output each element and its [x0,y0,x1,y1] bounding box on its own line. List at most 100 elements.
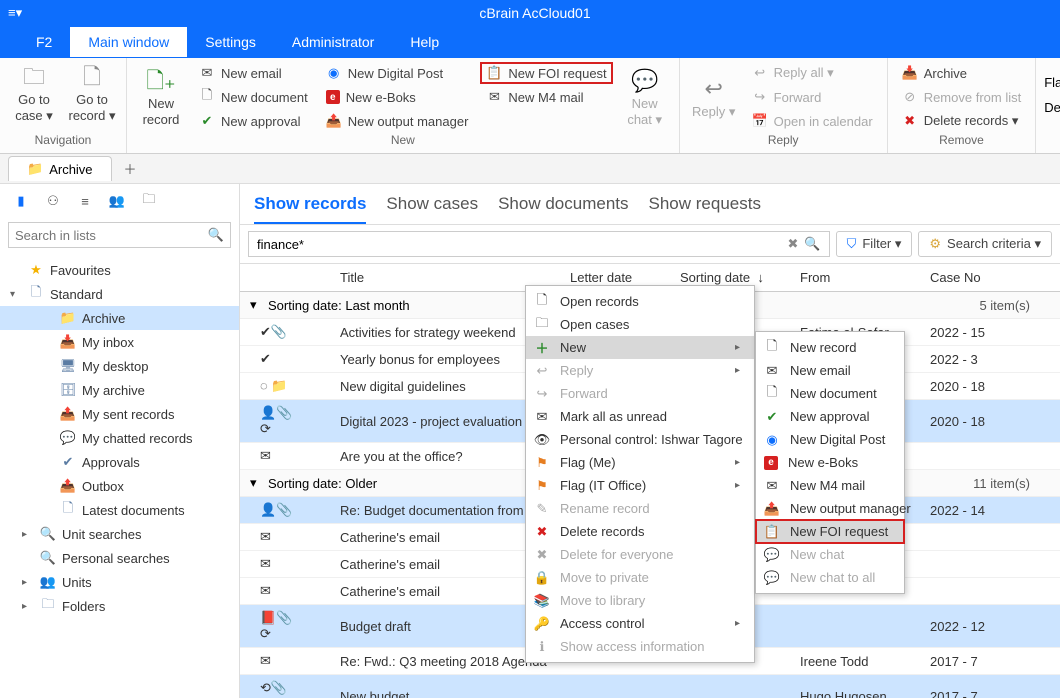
col-sorting-date[interactable]: Sorting date ↓ [680,270,800,285]
delete-records-button[interactable]: ✖Delete records ▾ [896,110,1028,132]
new-digital-post-button[interactable]: ◉New Digital Post [320,62,475,84]
tab-f2[interactable]: F2 [18,27,70,57]
sub-new-approval[interactable]: ✔New approval [756,405,904,428]
tab-show-cases[interactable]: Show cases [386,194,478,224]
new-record-button[interactable]: 🗋₊ New record [135,62,187,132]
sidebar-search[interactable]: 🔍 [8,222,231,248]
new-group-label: New [135,133,671,149]
ctx-open-cases[interactable]: 🗀Open cases [526,313,754,336]
sub-new-record[interactable]: 🗋New record [756,336,904,359]
view-org-icon[interactable]: ⚇ [44,192,62,210]
sub-new-chat-all[interactable]: 💬New chat to all [756,566,904,589]
clear-search-icon[interactable]: ✖ [782,236,805,252]
sub-new-email[interactable]: ✉New email [756,359,904,382]
ctx-rename[interactable]: ✎Rename record [526,497,754,520]
sub-new-foi-request[interactable]: 📋New FOI request [756,520,904,543]
ctx-flag-it[interactable]: ⚑Flag (IT Office)▸ [526,474,754,497]
tab-help[interactable]: Help [392,27,457,57]
sidebar-search-input[interactable] [15,228,208,243]
ctx-open-records[interactable]: 🗋Open records [526,290,754,313]
forward-button[interactable]: ↪Forward [746,86,879,108]
filter-button[interactable]: ⛉Filter ▾ [836,231,913,257]
doc-tab-archive[interactable]: 📁Archive [8,156,112,181]
goto-case-button[interactable]: 🗀 Go to case ▾ [8,62,60,125]
ctx-reply[interactable]: ↩Reply▸ [526,359,754,382]
row-status-icons: 👤📎 ⟳ [240,405,300,437]
new-record-icon: 🗋₊ [146,66,176,96]
sub-new-digital-post[interactable]: ◉New Digital Post [756,428,904,451]
sub-new-output-manager[interactable]: 📤New output manager [756,497,904,520]
col-from[interactable]: From [800,270,930,285]
new-approval-button[interactable]: ✔New approval [193,110,314,132]
sidebar-item-standard[interactable]: ▾🗋Standard [0,282,239,306]
row-status-icons: ✉ [240,448,300,464]
sidebar-item-folders[interactable]: ▸🗀Folders [0,594,239,618]
new-document-button[interactable]: 🗋New document [193,86,314,108]
new-m4-mail-button[interactable]: ✉New M4 mail [480,86,612,108]
search-icon[interactable]: 🔍 [208,227,224,243]
remove-from-list-button[interactable]: ⊘Remove from list [896,86,1028,108]
sidebar-item-personal-searches[interactable]: 🔍Personal searches [0,546,239,570]
sidebar-item-my-desktop[interactable]: 🖥My desktop [0,354,239,378]
new-chat-button[interactable]: 💬 New chat ▾ [619,62,671,132]
output-icon: 📤 [326,113,342,129]
sidebar-item-label: My archive [82,383,145,398]
tab-show-documents[interactable]: Show documents [498,194,628,224]
ctx-delete-everyone[interactable]: ✖Delete for everyone [526,543,754,566]
goto-record-button[interactable]: 🗋 Go to record ▾ [66,62,118,125]
sidebar-item-outbox[interactable]: 📤Outbox [0,474,239,498]
sidebar-item-latest-documents[interactable]: 🗋Latest documents [0,498,239,522]
ctx-personal-control[interactable]: 👁Personal control: Ishwar Tagore▸ [526,428,754,451]
view-list-icon[interactable]: ▮ [12,192,30,210]
new-foi-request-button[interactable]: 📋New FOI request [480,62,612,84]
ctx-show-access[interactable]: ℹShow access information [526,635,754,658]
sidebar-item-my-inbox[interactable]: 📥My inbox [0,330,239,354]
sub-new-m4[interactable]: ✉New M4 mail [756,474,904,497]
ctx-mark-unread[interactable]: ✉Mark all as unread [526,405,754,428]
new-output-manager-button[interactable]: 📤New output manager [320,110,475,132]
view-people-icon[interactable]: 👥 [108,192,126,210]
ctx-forward[interactable]: ↪Forward [526,382,754,405]
sub-new-document[interactable]: 🗋New document [756,382,904,405]
tab-administrator[interactable]: Administrator [274,27,392,57]
new-email-button[interactable]: ✉New email [193,62,314,84]
sidebar-item-favourites[interactable]: ★Favourites [0,258,239,282]
ctx-flag-me[interactable]: ⚑Flag (Me)▸ [526,451,754,474]
archive-button[interactable]: 📥Archive [896,62,1028,84]
search-icon[interactable]: 🔍 [804,236,820,252]
row-status-icons: ✉ [240,529,300,545]
new-eboks-button[interactable]: eNew e-Boks [320,86,475,108]
ctx-delete-records[interactable]: ✖Delete records [526,520,754,543]
sidebar-item-unit-searches[interactable]: ▸🔍Unit searches [0,522,239,546]
sidebar-item-archive[interactable]: 📁Archive [0,306,239,330]
reply-button[interactable]: ↩ Reply ▾ [688,62,740,132]
view-folder-icon[interactable]: 🗀 [140,192,158,210]
add-tab-button[interactable]: ＋ [112,155,149,182]
sub-new-eboks[interactable]: eNew e-Boks [756,451,904,474]
tab-show-records[interactable]: Show records [254,194,366,224]
sidebar-item-my-chatted-records[interactable]: 💬My chatted records [0,426,239,450]
reply-all-button[interactable]: ↩Reply all ▾ [746,62,879,84]
sub-new-chat[interactable]: 💬New chat [756,543,904,566]
col-title[interactable]: Title [340,270,570,285]
ctx-access-control[interactable]: 🔑Access control▸ [526,612,754,635]
tab-main-window[interactable]: Main window [70,27,187,57]
folder-icon: 📁 [60,310,76,326]
col-case-no[interactable]: Case No [930,270,1030,285]
ctx-new[interactable]: ＋New▸ [526,336,754,359]
open-calendar-button[interactable]: 📅Open in calendar [746,110,879,132]
sidebar-item-my-sent-records[interactable]: 📤My sent records [0,402,239,426]
main-search-input[interactable] [257,237,782,252]
sidebar-item-my-archive[interactable]: 🗄My archive [0,378,239,402]
sidebar-item-approvals[interactable]: ✔Approvals [0,450,239,474]
view-lines-icon[interactable]: ≡ [76,192,94,210]
col-letter-date[interactable]: Letter date [570,270,680,285]
tab-settings[interactable]: Settings [187,27,274,57]
ctx-move-private[interactable]: 🔒Move to private [526,566,754,589]
ctx-move-library[interactable]: 📚Move to library [526,589,754,612]
main-search[interactable]: ✖ 🔍 [248,231,830,257]
table-row[interactable]: ⟲📎 ⟳New budgetHugo Hugosen2017 - 7 [240,675,1060,698]
search-criteria-button[interactable]: ⚙Search criteria ▾ [918,231,1052,257]
tab-show-requests[interactable]: Show requests [649,194,761,224]
sidebar-item-units[interactable]: ▸👥Units [0,570,239,594]
